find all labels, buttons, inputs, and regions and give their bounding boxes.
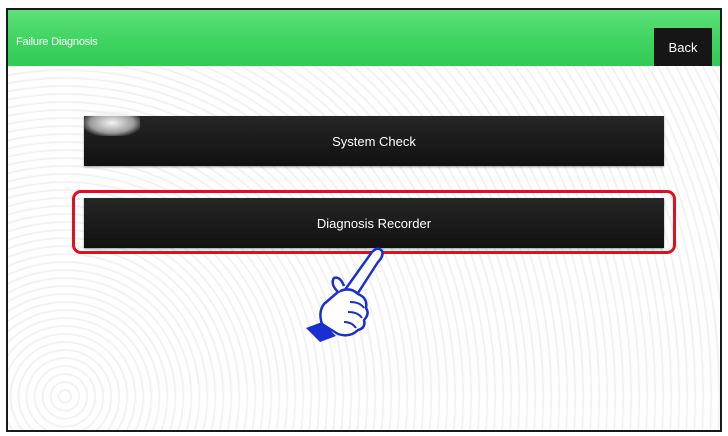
page-title: Failure Diagnosis (16, 36, 98, 48)
back-button[interactable]: Back (654, 28, 712, 66)
pointing-hand-icon (306, 247, 384, 342)
system-check-button[interactable]: System Check (84, 116, 664, 166)
screen-frame: Failure Diagnosis Back System Check Diag… (6, 8, 722, 432)
diagnosis-recorder-button[interactable]: Diagnosis Recorder (84, 198, 664, 248)
menu-area: System Check Diagnosis Recorder (8, 66, 720, 430)
header-bar: Failure Diagnosis Back (8, 10, 720, 66)
